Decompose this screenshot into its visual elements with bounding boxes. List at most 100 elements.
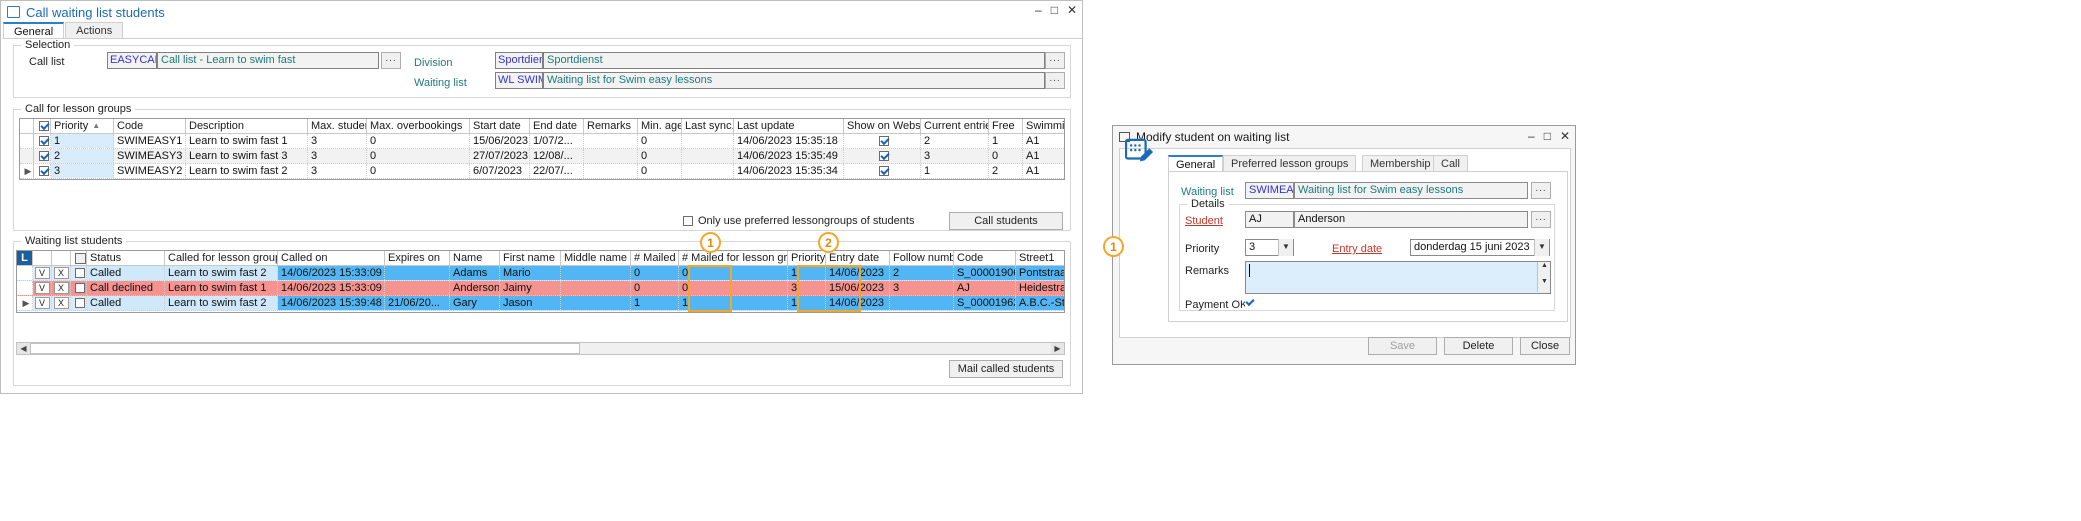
dialog-waiting-list-code[interactable]: SWIMEASY (1245, 182, 1294, 199)
lesson-groups-cell[interactable]: A1 (1023, 149, 1065, 163)
lesson-groups-cell[interactable]: ▶ (20, 164, 34, 178)
row-decline-button[interactable]: X (54, 282, 69, 294)
lesson-groups-cell[interactable]: 6/07/2023 (470, 164, 530, 178)
lesson-groups-column-header[interactable]: Max. students (308, 119, 367, 133)
row-decline-cell[interactable]: X (52, 266, 71, 280)
lesson-groups-cell[interactable] (20, 149, 34, 163)
lesson-groups-cell[interactable] (584, 164, 638, 178)
waiting-list-students-grid[interactable]: LStatusCalled for lesson groupCalled onE… (16, 250, 1065, 313)
lesson-groups-cell[interactable] (34, 149, 51, 163)
waiting-list-browse-button[interactable]: ... (1045, 72, 1065, 89)
row-selector-cell[interactable]: ▶ (17, 296, 33, 310)
division-description[interactable]: Sportdienst (543, 52, 1045, 69)
dialog-close-button[interactable]: Close (1520, 337, 1570, 355)
lesson-groups-cell[interactable]: SWIMEASY3 (114, 149, 186, 163)
show-on-website-checkbox[interactable] (879, 166, 889, 176)
waiting-list-cell[interactable]: Jaimy (500, 281, 561, 295)
waiting-list-column-header[interactable]: Street1 (1016, 251, 1065, 265)
row-accept-cell[interactable]: V (33, 266, 52, 280)
only-preferred-lessongroups-checkbox[interactable]: Only use preferred lessongroups of stude… (683, 215, 914, 227)
waiting-list-select-checkbox[interactable] (75, 298, 85, 308)
dialog-maximize-icon[interactable]: □ (1544, 130, 1551, 142)
lesson-groups-cell[interactable]: Learn to swim fast 2 (186, 164, 308, 178)
waiting-list-column-header[interactable]: Priority (788, 251, 826, 265)
waiting-list-cell[interactable]: Pontstraat (1016, 266, 1065, 280)
waiting-list-cell[interactable]: Adams (450, 266, 500, 280)
lesson-groups-cell[interactable]: 14/06/2023 15:35:18 (734, 134, 844, 148)
lesson-groups-column-header[interactable] (34, 119, 51, 133)
dialog-student-code[interactable]: AJ (1245, 211, 1294, 228)
lesson-groups-grid[interactable]: Priority▲CodeDescriptionMax. studentsMax… (19, 118, 1065, 180)
mail-called-students-button[interactable]: Mail called students (949, 360, 1063, 378)
lesson-groups-column-header[interactable]: Priority▲ (51, 119, 114, 133)
call-list-browse-button[interactable]: ... (381, 52, 401, 69)
waiting-list-cell[interactable]: AJ (954, 281, 1016, 295)
waiting-list-column-header[interactable]: Code (954, 251, 1016, 265)
lesson-groups-cell[interactable]: Learn to swim fast 1 (186, 134, 308, 148)
waiting-list-cell[interactable]: 21/06/20... (385, 296, 450, 310)
waiting-list-cell[interactable]: Learn to swim fast 2 (165, 266, 278, 280)
waiting-list-column-header[interactable]: Status (87, 251, 165, 265)
row-decline-cell[interactable]: X (52, 296, 71, 310)
waiting-list-cell[interactable]: 14/06/2023 15:33:09 (278, 281, 385, 295)
lesson-groups-column-header[interactable]: Max. overbookings (367, 119, 470, 133)
waiting-list-row[interactable]: VXCall declinedLearn to swim fast 114/06… (17, 281, 1064, 296)
lesson-groups-column-header[interactable]: End date (530, 119, 584, 133)
lesson-groups-cell[interactable]: 2 (51, 149, 114, 163)
lesson-groups-cell[interactable]: 15/06/2023 (470, 134, 530, 148)
lesson-groups-cell[interactable] (34, 164, 51, 178)
lesson-groups-cell[interactable]: 0 (367, 134, 470, 148)
lesson-groups-cell[interactable] (20, 134, 34, 148)
waiting-list-cell[interactable] (561, 281, 631, 295)
lesson-groups-cell[interactable] (584, 134, 638, 148)
dialog-waiting-list-browse-button[interactable]: ... (1531, 182, 1551, 199)
lesson-groups-column-header[interactable]: Last update (734, 119, 844, 133)
waiting-list-cell[interactable]: 3 (890, 281, 954, 295)
lesson-groups-cell[interactable]: 0 (989, 149, 1023, 163)
minimize-icon[interactable]: – (1035, 4, 1042, 16)
lesson-groups-cell[interactable] (844, 149, 921, 163)
waiting-list-column-header[interactable]: Expires on (385, 251, 450, 265)
lesson-groups-cell[interactable] (844, 164, 921, 178)
lesson-groups-cell[interactable] (584, 149, 638, 163)
waiting-list-cell[interactable]: Learn to swim fast 1 (165, 281, 278, 295)
select-all-checkbox[interactable] (39, 121, 49, 131)
waiting-list-cell[interactable]: Gary (450, 296, 500, 310)
waiting-list-select-checkbox[interactable] (75, 283, 85, 293)
lesson-groups-cell[interactable]: SWIMEASY2 (114, 164, 186, 178)
division-browse-button[interactable]: ... (1045, 52, 1065, 69)
division-code[interactable]: Sportdienst (495, 52, 543, 69)
waiting-list-cell[interactable] (561, 296, 631, 310)
dialog-delete-button[interactable]: Delete (1444, 337, 1513, 355)
waiting-list-cell[interactable] (71, 266, 87, 280)
lesson-groups-column-header[interactable]: Remarks (584, 119, 638, 133)
lesson-groups-cell[interactable]: 14/06/2023 15:35:34 (734, 164, 844, 178)
lesson-groups-cell[interactable]: 1 (51, 134, 114, 148)
scroll-right-icon[interactable]: ▶ (1051, 343, 1064, 354)
row-decline-button[interactable]: X (54, 297, 69, 309)
waiting-list-row[interactable]: ▶VXCalledLearn to swim fast 214/06/2023 … (17, 296, 1064, 311)
waiting-list-column-header[interactable]: Middle name (561, 251, 631, 265)
lesson-groups-cell[interactable] (844, 134, 921, 148)
lesson-groups-cell[interactable]: A1 (1023, 134, 1065, 148)
lesson-groups-column-header[interactable]: Code (114, 119, 186, 133)
call-list-description[interactable]: Call list - Learn to swim fast (157, 52, 379, 69)
lesson-groups-row[interactable]: ▶3SWIMEASY2Learn to swim fast 2306/07/20… (20, 164, 1064, 179)
dialog-tab-call[interactable]: Call (1433, 155, 1468, 172)
waiting-list-column-header[interactable]: Called for lesson group (165, 251, 278, 265)
waiting-list-cell[interactable] (890, 296, 954, 310)
waiting-list-cell[interactable]: A.B.C.-Straat (1016, 296, 1065, 310)
dialog-payment-ok-checkbox[interactable] (1245, 298, 1255, 308)
dialog-tab-preferred-lesson-groups[interactable]: Preferred lesson groups (1223, 155, 1356, 172)
row-accept-button[interactable]: V (35, 267, 50, 279)
dialog-close-icon[interactable]: ✕ (1560, 130, 1570, 142)
dialog-remarks-textarea[interactable]: ▲ ▼ (1245, 261, 1551, 294)
waiting-list-cell[interactable]: S_00001962 (954, 296, 1016, 310)
waiting-list-cell[interactable]: S_00001906 (954, 266, 1016, 280)
lesson-groups-cell[interactable]: SWIMEASY1 (114, 134, 186, 148)
waiting-list-cell[interactable]: 14/06/2023 15:39:48 (278, 296, 385, 310)
lesson-group-select-checkbox[interactable] (39, 136, 49, 146)
dialog-entry-date-picker[interactable]: donderdag 15 juni 2023 ▼ (1410, 239, 1550, 256)
waiting-list-column-header[interactable]: # Mailed for lesson group (679, 251, 788, 265)
remarks-scroll-spinner[interactable]: ▲ ▼ (1537, 261, 1551, 292)
